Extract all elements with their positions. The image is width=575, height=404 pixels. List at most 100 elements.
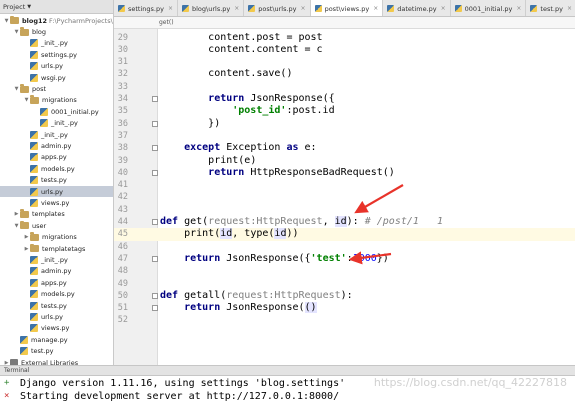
- tree-item[interactable]: ▼ post: [13, 83, 46, 94]
- tree-item[interactable]: _init_.py: [23, 129, 68, 140]
- tree-item[interactable]: _init_.py: [23, 38, 68, 49]
- fold-marker-icon[interactable]: [152, 305, 158, 312]
- terminal-header[interactable]: Terminal: [0, 365, 575, 376]
- code-token: ,: [322, 216, 335, 227]
- new-terminal-button[interactable]: +: [4, 377, 9, 390]
- folder-icon: [30, 243, 39, 253]
- line-number: 42: [117, 192, 128, 203]
- editor-tab[interactable]: test.py ×: [526, 0, 575, 16]
- code-line: 34 return JsonResponse({: [114, 93, 575, 105]
- chevron-down-icon[interactable]: ▼: [13, 86, 20, 92]
- tree-item[interactable]: ▶ migrations: [23, 232, 77, 243]
- python-file-icon: [30, 73, 38, 82]
- tree-item[interactable]: urls.py: [23, 311, 63, 322]
- close-icon[interactable]: ×: [168, 5, 173, 12]
- code-token: :post.id: [286, 105, 335, 117]
- tree-item[interactable]: admin.py: [23, 140, 71, 151]
- editor-tab[interactable]: post\views.py ×: [310, 0, 384, 16]
- tree-item[interactable]: 0001_initial.py: [33, 106, 99, 117]
- tree-item[interactable]: admin.py: [23, 266, 71, 277]
- code-line: 32 content.save(): [114, 68, 575, 80]
- tree-item[interactable]: apps.py: [23, 152, 67, 163]
- tree-item[interactable]: urls.py: [23, 61, 63, 72]
- code-line: 31: [114, 56, 575, 68]
- code-editor[interactable]: 29 content.post = post 30 content.content…: [114, 29, 575, 365]
- fold-marker-icon[interactable]: [152, 169, 158, 176]
- fold-marker-icon[interactable]: [152, 96, 158, 102]
- fold-marker-icon[interactable]: [152, 255, 158, 262]
- tree-item[interactable]: test.py: [13, 346, 54, 357]
- chevron-right-icon[interactable]: ▶: [23, 234, 30, 240]
- fold-marker-icon[interactable]: [152, 120, 158, 127]
- tree-item-label: urls.py: [41, 62, 64, 71]
- editor-tab[interactable]: datetime.py ×: [383, 0, 451, 16]
- chevron-down-icon[interactable]: ▼: [23, 97, 30, 103]
- chevron-down-icon[interactable]: ▼: [13, 29, 20, 35]
- tree-item[interactable]: ▼ migrations: [23, 95, 77, 106]
- tree-item[interactable]: tests.py: [23, 300, 67, 311]
- code-line: 33: [114, 81, 575, 93]
- editor-tab-label: post\urls.py: [258, 4, 297, 13]
- python-file-icon: [118, 5, 125, 12]
- tree-item-label: apps.py: [41, 278, 67, 287]
- tree-item-label: models.py: [41, 164, 75, 173]
- python-file-icon: [30, 290, 38, 299]
- tree-item[interactable]: ▼ blog: [13, 26, 46, 37]
- tree-item[interactable]: ▼ blog12 F:\PycharmProjects\bl: [3, 15, 113, 26]
- code-line: 51 return JsonResponse((): [114, 302, 575, 314]
- tree-item[interactable]: apps.py: [23, 277, 67, 288]
- project-panel-header[interactable]: Project ▼: [0, 0, 113, 14]
- tree-item[interactable]: ▼ user: [13, 220, 46, 231]
- editor-tab[interactable]: 0001_initial.py ×: [451, 0, 527, 16]
- chevron-down-icon[interactable]: ▼: [27, 4, 31, 10]
- tree-item-label: 0001_initial.py: [51, 107, 99, 116]
- tree-item[interactable]: tests.py: [23, 175, 67, 186]
- tree-item[interactable]: models.py: [23, 163, 75, 174]
- editor-tab[interactable]: post\urls.py ×: [244, 0, 311, 16]
- tree-item[interactable]: _init_.py: [23, 254, 68, 265]
- close-terminal-button[interactable]: ×: [4, 390, 9, 403]
- close-icon[interactable]: ×: [373, 5, 378, 12]
- tree-item[interactable]: settings.py: [23, 49, 77, 60]
- fold-marker-icon[interactable]: [152, 292, 158, 299]
- tree-item[interactable]: ▶ templatetags: [23, 243, 85, 254]
- tree-item[interactable]: ▶ templates: [13, 209, 65, 220]
- fold-marker-icon[interactable]: [152, 145, 158, 152]
- code-text: def get(request:HttpRequest, id): # /pos…: [160, 216, 443, 228]
- editor-tab[interactable]: settings.py ×: [114, 0, 178, 16]
- folder-icon: [30, 95, 39, 104]
- close-icon[interactable]: ×: [441, 5, 446, 12]
- close-icon[interactable]: ×: [516, 5, 521, 12]
- tree-item[interactable]: ▶ External Libraries: [3, 357, 78, 365]
- code-token: (): [304, 302, 317, 314]
- python-file-icon: [30, 164, 38, 173]
- tree-item[interactable]: _init_.py: [33, 118, 78, 129]
- close-icon[interactable]: ×: [234, 5, 239, 12]
- python-file-icon: [248, 5, 256, 12]
- tree-item[interactable]: wsgi.py: [23, 72, 66, 83]
- editor-tab[interactable]: blog\urls.py ×: [178, 0, 245, 16]
- tree-item[interactable]: views.py: [23, 323, 69, 334]
- code-token: getall(: [178, 289, 227, 301]
- tree-item[interactable]: manage.py: [13, 334, 68, 345]
- tree-item-label: urls.py: [41, 187, 64, 196]
- line-number: 40: [117, 167, 128, 178]
- close-icon[interactable]: ×: [301, 5, 306, 12]
- code-line: 47 return JsonResponse({'test':1000}): [114, 253, 575, 265]
- close-icon[interactable]: ×: [567, 5, 572, 12]
- code-token: }): [376, 252, 389, 264]
- tree-item[interactable]: models.py: [23, 289, 75, 300]
- folder-icon: [20, 27, 29, 36]
- tree-item[interactable]: urls.py: [0, 186, 113, 198]
- breadcrumb[interactable]: get(): [114, 17, 575, 29]
- code-token: content.post = post: [208, 31, 323, 43]
- code-token: content.content = c: [208, 43, 323, 55]
- code-token: print(e): [208, 154, 257, 166]
- fold-marker-icon[interactable]: [152, 219, 158, 225]
- chevron-right-icon[interactable]: ▶: [13, 211, 20, 217]
- chevron-down-icon[interactable]: ▼: [13, 223, 20, 229]
- chevron-right-icon[interactable]: ▶: [23, 246, 30, 252]
- code-text: return HttpResponseBadRequest(): [160, 167, 395, 179]
- tree-item[interactable]: views.py: [23, 197, 69, 208]
- chevron-down-icon[interactable]: ▼: [3, 18, 10, 24]
